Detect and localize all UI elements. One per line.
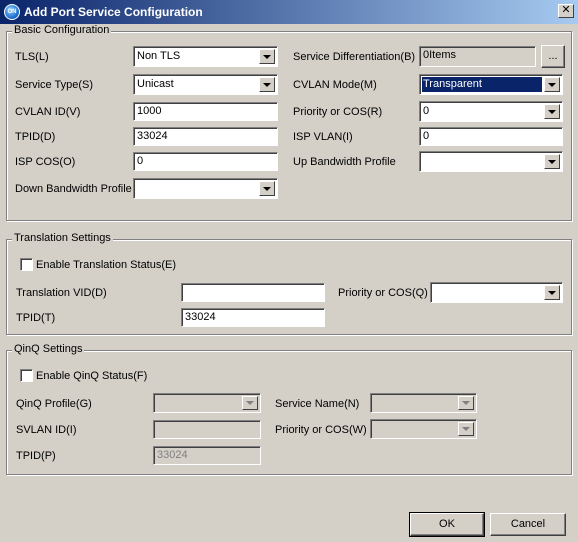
enable-translation-checkbox[interactable] xyxy=(20,258,33,271)
translation-vid-input[interactable] xyxy=(181,283,325,302)
cvlan-mode-select[interactable]: Transparent xyxy=(419,74,563,95)
cvlan-id-input[interactable]: 1000 xyxy=(133,102,278,121)
isp-vlan-label: ISP VLAN(I) xyxy=(293,131,353,143)
app-icon: ON xyxy=(4,4,20,20)
service-name-label: Service Name(N) xyxy=(275,398,360,410)
down-bandwidth-profile-label: Down Bandwidth Profile xyxy=(15,183,132,195)
enable-translation-label[interactable]: Enable Translation Status(E) xyxy=(36,258,176,272)
service-name-select xyxy=(370,393,477,413)
svlan-id-label: SVLAN ID(I) xyxy=(16,424,77,436)
service-type-dropdown-arrow-icon[interactable] xyxy=(259,77,275,92)
cvlan-mode-value: Transparent xyxy=(422,77,542,92)
qinq-settings-title: QinQ Settings xyxy=(12,343,85,355)
tpid-input[interactable]: 33024 xyxy=(133,127,278,146)
basic-configuration-title: Basic Configuration xyxy=(12,24,112,36)
qinq-priority-dropdown-arrow-icon xyxy=(458,422,474,436)
translation-priority-dropdown-arrow-icon[interactable] xyxy=(544,285,560,300)
tls-dropdown-arrow-icon[interactable] xyxy=(259,49,275,64)
qinq-profile-dropdown-arrow-icon xyxy=(242,396,258,410)
service-name-dropdown-arrow-icon xyxy=(458,396,474,410)
window-title: Add Port Service Configuration xyxy=(24,5,203,19)
service-differentiation-label: Service Differentiation(B) xyxy=(293,51,416,63)
cancel-button[interactable]: Cancel xyxy=(490,513,566,536)
translation-tpid-label: TPID(T) xyxy=(16,312,56,324)
tls-select[interactable]: Non TLS xyxy=(133,46,278,67)
down-bandwidth-dropdown-arrow-icon[interactable] xyxy=(259,181,275,196)
service-type-label: Service Type(S) xyxy=(15,79,94,91)
isp-vlan-input[interactable]: 0 xyxy=(419,127,563,146)
ok-button[interactable]: OK xyxy=(409,512,485,537)
priority-cos-label: Priority or COS(R) xyxy=(293,106,383,118)
isp-cos-input[interactable]: 0 xyxy=(133,152,278,171)
close-button[interactable]: ✕ xyxy=(558,4,574,18)
translation-priority-label: Priority or COS(Q) xyxy=(338,287,428,299)
isp-cos-label: ISP COS(O) xyxy=(15,156,76,168)
tpid-label: TPID(D) xyxy=(15,131,56,143)
tls-label: TLS(L) xyxy=(15,51,49,63)
cvlan-mode-label: CVLAN Mode(M) xyxy=(293,79,377,91)
down-bandwidth-profile-select[interactable] xyxy=(133,178,278,199)
qinq-priority-select xyxy=(370,419,477,439)
up-bandwidth-dropdown-arrow-icon[interactable] xyxy=(544,154,560,169)
up-bandwidth-profile-label: Up Bandwidth Profile xyxy=(293,156,396,168)
enable-qinq-checkbox[interactable] xyxy=(20,369,33,382)
service-differentiation-browse-button[interactable]: ... xyxy=(541,45,565,68)
qinq-profile-select xyxy=(153,393,261,413)
translation-tpid-input[interactable]: 33024 xyxy=(181,308,325,327)
service-type-value: Unicast xyxy=(137,78,174,90)
svlan-id-input xyxy=(153,420,261,439)
translation-vid-label: Translation VID(D) xyxy=(16,287,107,299)
priority-cos-select[interactable]: 0 xyxy=(419,101,563,122)
cvlan-mode-dropdown-arrow-icon[interactable] xyxy=(544,77,560,92)
service-differentiation-field: 0Items xyxy=(419,46,536,67)
priority-cos-value: 0 xyxy=(423,105,430,117)
title-bar: ON Add Port Service Configuration ✕ xyxy=(0,0,578,24)
translation-settings-title: Translation Settings xyxy=(12,232,113,244)
translation-priority-select[interactable] xyxy=(430,282,563,303)
qinq-tpid-label: TPID(P) xyxy=(16,450,56,462)
priority-cos-dropdown-arrow-icon[interactable] xyxy=(544,104,560,119)
enable-qinq-label[interactable]: Enable QinQ Status(F) xyxy=(36,369,147,383)
service-type-select[interactable]: Unicast xyxy=(133,74,278,95)
qinq-tpid-input: 33024 xyxy=(153,446,261,465)
tls-select-value: Non TLS xyxy=(137,50,181,62)
cvlan-id-label: CVLAN ID(V) xyxy=(15,106,81,118)
qinq-priority-label: Priority or COS(W) xyxy=(275,424,367,436)
qinq-profile-label: QinQ Profile(G) xyxy=(16,398,92,410)
up-bandwidth-profile-select[interactable] xyxy=(419,151,563,172)
